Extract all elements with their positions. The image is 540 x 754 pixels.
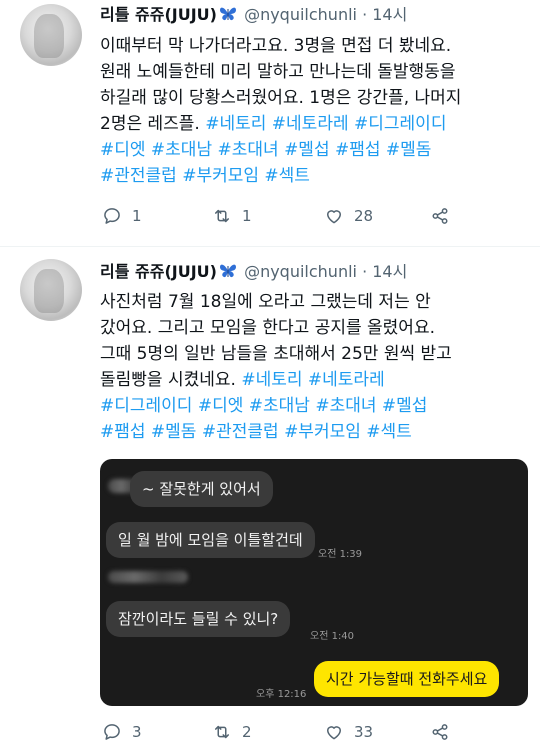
like-count: 28	[354, 207, 374, 225]
chat-time: 오전 1:40	[310, 631, 355, 642]
butterfly-emoji-icon	[219, 6, 237, 22]
tweet-text-segment: 돌림빵을 시켰네요.	[100, 370, 242, 390]
tweet-actions: 3 2 33	[100, 722, 520, 744]
tweet-header: 리틀 쥬쥬(JUJU) @nyquilchunli · 14시	[100, 4, 407, 26]
retweet-button[interactable]: 1	[212, 206, 252, 226]
tweet-text-line: 이때부터 막 나가더라고요. 3명을 면접 더 봤네요.	[100, 33, 530, 59]
hashtag-links[interactable]: #디엣 #초대남 #초대녀 #멜섭 #팸섭 #멜돔	[100, 140, 431, 160]
tweet-text-line: 2명은 레즈플. #네토리 #네토라레 #디그레이디	[100, 111, 530, 137]
timestamp[interactable]: 14시	[372, 5, 407, 24]
tweet-actions: 1 1 28	[100, 206, 520, 228]
retweet-count: 1	[242, 207, 252, 225]
hashtag-links[interactable]: #디그레이디 #디엣 #초대남 #초대녀 #멜섭	[100, 396, 427, 416]
tweet-text-line: 원래 노예들한테 미리 말하고 만나는데 돌발행동을	[100, 59, 530, 85]
hashtag-links[interactable]: #관전클럽 #부커모임 #섹트	[100, 166, 310, 186]
like-count: 33	[354, 723, 374, 741]
reply-button[interactable]: 3	[102, 722, 142, 742]
tweet-text-line: 하길래 많이 당황스러웠어요. 1명은 강간플, 나머지	[100, 85, 530, 111]
separator-dot: ·	[362, 262, 368, 281]
reply-icon	[104, 724, 120, 740]
like-button[interactable]: 28	[324, 206, 373, 226]
tweet-text-line: #디그레이디 #디엣 #초대남 #초대녀 #멜섭	[100, 393, 530, 419]
tweet-header: 리틀 쥬쥬(JUJU) @nyquilchunli · 14시	[100, 261, 407, 283]
display-name[interactable]: 리틀 쥬쥬(JUJU)	[100, 5, 217, 24]
reply-icon	[104, 208, 120, 224]
share-button[interactable]	[430, 722, 460, 742]
tweet-text-line: 그때 5명의 일반 남들을 초대해서 25만 원씩 받고	[100, 341, 530, 367]
tweet-text-segment: 그때 5명의 일반 남들을 초대해서 25만 원씩 받고	[100, 344, 452, 364]
tweet-text: 사진처럼 7월 18일에 오라고 그랬는데 저는 안갔어요. 그리고 모임을 한…	[100, 289, 530, 445]
hashtag-links[interactable]: #네토리 #네토라레 #디그레이디	[205, 114, 446, 134]
separator-dot: ·	[362, 5, 368, 24]
reply-count: 1	[132, 207, 142, 225]
redacted-name	[108, 571, 188, 583]
tweet-text-segment: 2명은 레즈플.	[100, 114, 206, 134]
chat-time: 오전 1:39	[318, 549, 363, 560]
tweet-text-line: 갔어요. 그리고 모임을 한다고 공지를 올렸어요.	[100, 315, 530, 341]
retweet-icon	[215, 209, 229, 223]
retweet-icon	[215, 725, 229, 739]
tweet-text-segment: 원래 노예들한테 미리 말하고 만나는데 돌발행동을	[100, 62, 456, 82]
chat-time: 오후 12:16	[256, 689, 307, 700]
like-button[interactable]: 33	[324, 722, 373, 742]
retweet-button[interactable]: 2	[212, 722, 252, 742]
like-icon	[327, 210, 341, 224]
reply-count: 3	[132, 723, 142, 741]
hashtag-links[interactable]: #네토리 #네토라레	[241, 370, 384, 390]
chat-message: 일 월 밤에 모임을 이틀할건데	[106, 522, 315, 558]
reply-button[interactable]: 1	[102, 206, 142, 226]
share-icon	[432, 724, 448, 740]
user-handle[interactable]: @nyquilchunli	[244, 5, 357, 24]
like-icon	[327, 726, 341, 740]
share-button[interactable]	[430, 206, 460, 226]
tweet-text-line: #디엣 #초대남 #초대녀 #멜섭 #팸섭 #멜돔	[100, 137, 530, 163]
display-name[interactable]: 리틀 쥬쥬(JUJU)	[100, 262, 217, 281]
tweet-text-line: 사진처럼 7월 18일에 오라고 그랬는데 저는 안	[100, 289, 530, 315]
tweet-text-segment: 사진처럼 7월 18일에 오라고 그랬는데 저는 안	[100, 292, 431, 312]
avatar[interactable]	[20, 4, 82, 66]
tweet-1[interactable]: 리틀 쥬쥬(JUJU) @nyquilchunli · 14시 이때부터 막 나…	[0, 0, 540, 246]
attached-chat-image[interactable]: ~ 잘못한게 있어서 일 월 밤에 모임을 이틀할건데 오전 1:39 잠깐이라…	[100, 459, 528, 706]
user-handle[interactable]: @nyquilchunli	[244, 262, 357, 281]
tweet-text-line: #관전클럽 #부커모임 #섹트	[100, 163, 530, 189]
retweet-count: 2	[242, 723, 252, 741]
tweet-text-line: #팸섭 #멜돔 #관전클럽 #부커모임 #섹트	[100, 419, 530, 445]
chat-message: 잠깐이라도 들릴 수 있니?	[106, 601, 291, 637]
tweet-text: 이때부터 막 나가더라고요. 3명을 면접 더 봤네요. 원래 노예들한테 미리 …	[100, 33, 530, 189]
chat-message: ~ 잘못한게 있어서	[130, 471, 273, 507]
tweet-text-segment: 이때부터 막 나가더라고요. 3명을 면접 더 봤네요.	[100, 36, 452, 56]
chat-reply: 시간 가능할때 전화주세요	[314, 661, 500, 697]
tweet-text-line: 돌림빵을 시켰네요. #네토리 #네토라레	[100, 367, 530, 393]
share-icon	[432, 208, 448, 224]
tweet-text-segment: 하길래 많이 당황스러웠어요. 1명은 강간플, 나머지	[100, 88, 462, 108]
butterfly-emoji-icon	[219, 263, 237, 279]
avatar[interactable]	[20, 259, 82, 321]
tweet-text-segment: 갔어요. 그리고 모임을 한다고 공지를 올렸어요.	[100, 318, 435, 338]
hashtag-links[interactable]: #팸섭 #멜돔 #관전클럽 #부커모임 #섹트	[100, 422, 412, 442]
timestamp[interactable]: 14시	[372, 262, 407, 281]
